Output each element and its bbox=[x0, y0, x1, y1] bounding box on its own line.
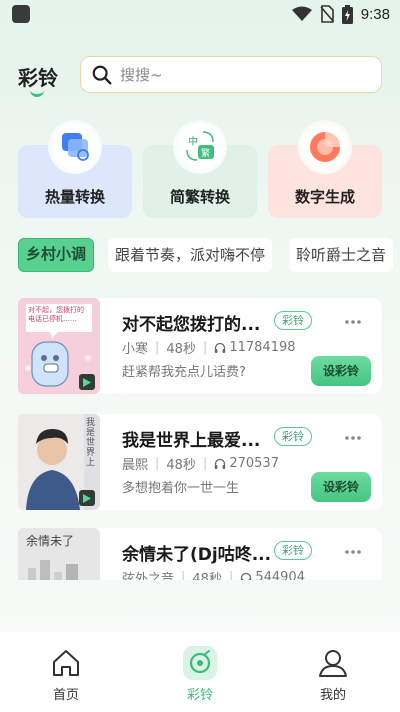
song-card[interactable]: 对不起，您拨打的电话已停机…… 对不起您拨打的... 彩铃 小寒 | 48秒 |… bbox=[18, 298, 382, 394]
nav-item-home[interactable]: 首页 bbox=[26, 632, 106, 712]
no-sim-icon bbox=[320, 5, 334, 23]
set-ringtone-button[interactable]: 设彩铃 bbox=[311, 472, 371, 502]
set-ringtone-button[interactable]: 设彩铃 bbox=[311, 356, 371, 386]
nav-label: 彩铃 bbox=[186, 688, 213, 703]
song-artist: 弦外之音 bbox=[122, 572, 175, 580]
ringtone-tag: 彩铃 bbox=[274, 427, 312, 446]
song-description: 多想抱着你一世一生 bbox=[122, 481, 240, 496]
song-title: 余情未了(Dj咕咚... bbox=[122, 545, 272, 565]
ringtone-tag: 彩铃 bbox=[274, 541, 312, 560]
search-icon bbox=[92, 65, 112, 84]
song-description: 赶紧帮我充点儿话费? bbox=[122, 365, 246, 380]
song-card[interactable]: 余情未了 余情未了(Dj咕咚... 彩铃 弦外之音 | 48秒 | 544904 bbox=[18, 528, 382, 580]
feature-label: 热量转换 bbox=[44, 188, 105, 206]
chinese-convert-icon: 中 繁 bbox=[173, 120, 227, 174]
wifi-icon bbox=[291, 6, 312, 21]
song-plays: 544904 bbox=[255, 570, 305, 580]
song-duration: 48秒 bbox=[166, 458, 196, 473]
page-title: 彩铃 bbox=[18, 66, 58, 90]
cover-caption: 对不起，您拨打的电话已停机…… bbox=[28, 306, 84, 323]
song-artist: 晨熙 bbox=[122, 458, 149, 473]
song-duration: 48秒 bbox=[166, 342, 196, 357]
category-chip[interactable]: 聆听爵士之音 bbox=[289, 238, 394, 272]
more-icon[interactable] bbox=[343, 312, 363, 332]
song-title: 我是世界上最爱... bbox=[122, 431, 261, 451]
feature-label: 数字生成 bbox=[294, 188, 355, 206]
title-underline bbox=[30, 89, 44, 97]
ringtone-tag: 彩铃 bbox=[274, 311, 312, 330]
song-card[interactable]: 我是世界上 我是世界上最爱... 彩铃 晨熙 | 48秒 | 270537 多想… bbox=[18, 414, 382, 510]
headphone-icon bbox=[215, 342, 226, 353]
play-icon[interactable] bbox=[79, 374, 95, 390]
status-time: 9:38 bbox=[360, 5, 390, 23]
profile-icon bbox=[319, 650, 347, 677]
nav-item-ringtone[interactable]: 彩铃 bbox=[160, 632, 240, 712]
song-list: 对不起，您拨打的电话已停机…… 对不起您拨打的... 彩铃 小寒 | 48秒 |… bbox=[0, 290, 400, 580]
status-bar: 9:38 bbox=[0, 0, 400, 28]
song-cover: 对不起，您拨打的电话已停机…… bbox=[18, 298, 100, 394]
bottom-nav: 首页 彩铃 我的 bbox=[0, 632, 400, 712]
feature-label: 简繁转换 bbox=[169, 188, 230, 206]
home-icon bbox=[53, 650, 79, 676]
headphone-icon bbox=[241, 572, 252, 580]
search-placeholder: 搜搜~ bbox=[120, 66, 163, 84]
category-chip-active[interactable]: 乡村小调 bbox=[18, 238, 95, 272]
nav-label: 首页 bbox=[52, 688, 79, 703]
battery-icon bbox=[341, 4, 353, 24]
nav-label: 我的 bbox=[319, 688, 346, 703]
icon-char-top: 中 bbox=[188, 135, 198, 148]
song-plays: 11784198 bbox=[229, 340, 296, 355]
category-chip[interactable]: 跟着节奏，派对嗨不停 bbox=[108, 238, 273, 272]
song-meta: 小寒 | 48秒 | 11784198 bbox=[122, 340, 296, 357]
status-icons: 9:38 bbox=[291, 4, 390, 24]
app-icon bbox=[12, 5, 30, 23]
cover-caption: 我是世界上 bbox=[86, 418, 96, 468]
more-icon[interactable] bbox=[343, 542, 363, 562]
nav-item-profile[interactable]: 我的 bbox=[293, 632, 373, 712]
song-meta: 晨熙 | 48秒 | 270537 bbox=[122, 456, 279, 473]
song-cover: 我是世界上 bbox=[18, 414, 100, 510]
search-input[interactable]: 搜搜~ bbox=[80, 56, 382, 93]
headphone-icon bbox=[215, 458, 226, 469]
song-cover: 余情未了 bbox=[18, 528, 100, 580]
ringtone-icon bbox=[183, 646, 217, 680]
cover-caption: 余情未了 bbox=[26, 534, 75, 548]
song-plays: 270537 bbox=[229, 456, 279, 471]
song-meta: 弦外之音 | 48秒 | 544904 bbox=[122, 568, 305, 580]
convert-icon bbox=[48, 120, 102, 174]
number-generate-icon bbox=[298, 120, 352, 174]
song-title: 对不起您拨打的... bbox=[122, 315, 261, 335]
category-tabs: 乡村小调 跟着节奏，派对嗨不停 聆听爵士之音 bbox=[18, 238, 400, 272]
song-artist: 小寒 bbox=[122, 342, 149, 357]
more-icon[interactable] bbox=[343, 428, 363, 448]
song-duration: 48秒 bbox=[192, 572, 222, 580]
icon-char-bottom: 繁 bbox=[201, 147, 210, 159]
play-icon[interactable] bbox=[79, 490, 95, 506]
